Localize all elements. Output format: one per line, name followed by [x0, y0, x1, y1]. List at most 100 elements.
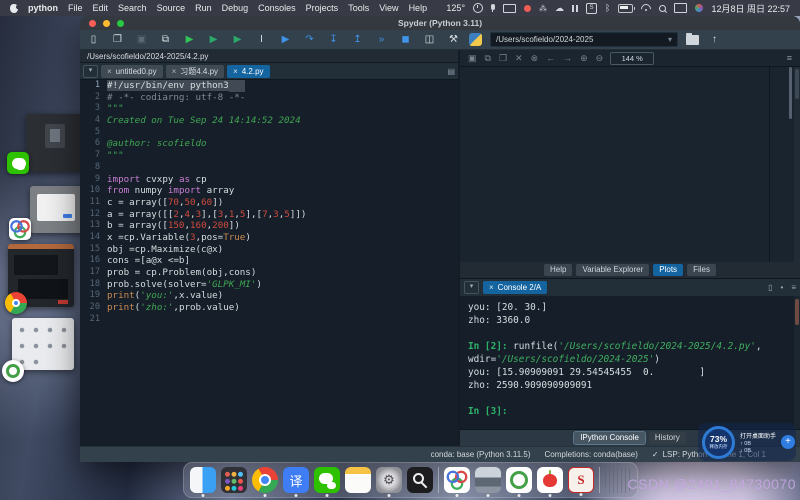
run-cell-icon[interactable]: ▶ [206, 32, 221, 47]
browse-console-tabs-icon[interactable]: ▾ [464, 281, 479, 294]
editor-tab-习题4.4.py[interactable]: ×习题4.4.py [166, 65, 224, 78]
dock-finder-icon[interactable] [190, 467, 216, 493]
preferences-icon[interactable]: ⚒ [446, 32, 461, 47]
remove-all-plots-icon[interactable]: ⊗ [531, 53, 539, 64]
continue-icon[interactable]: » [374, 32, 389, 47]
stop-icon[interactable]: ◼ [398, 32, 413, 47]
window-preview-files[interactable] [26, 114, 84, 172]
dock-launchpad-icon[interactable] [221, 467, 247, 493]
browse-directory-icon[interactable] [686, 35, 699, 45]
zoom-in-icon[interactable]: ⊕ [580, 53, 588, 64]
remove-plot-icon[interactable]: ✕ [515, 53, 523, 64]
code-line[interactable]: 6@author: scofieldo [80, 138, 458, 150]
close-tab-icon[interactable]: × [107, 65, 112, 78]
code-line[interactable]: 2# -*- codiarng: utf-8 -*- [80, 92, 458, 104]
cc-icon[interactable]: ⁂ [539, 4, 547, 13]
tab-help[interactable]: Help [544, 264, 572, 276]
code-line[interactable]: 15obj =cp.Maximize(c@x) [80, 244, 458, 256]
assistant-plus-button[interactable]: + [781, 435, 795, 449]
dock-chrome-icon[interactable] [252, 467, 278, 493]
editor-tab-untitled0.py[interactable]: ×untitled0.py [101, 65, 163, 78]
completions-status[interactable]: Completions: conda(base) [545, 450, 638, 459]
code-line[interactable]: 20print('zho:',prob.value) [80, 302, 458, 314]
code-line[interactable]: 12a = array([[2,4,3],[3,1,5],[7,3,5]]) [80, 209, 458, 221]
dock-notes-icon[interactable] [345, 467, 371, 493]
step-into-icon[interactable]: ↧ [326, 32, 341, 47]
mic-icon[interactable] [491, 4, 495, 10]
code-line[interactable]: 13b = array([150,160,200]) [80, 220, 458, 232]
splitter-handle[interactable] [789, 67, 792, 119]
code-line[interactable]: 10from numpy import array [80, 185, 458, 197]
temperature-indicator[interactable]: 125° [446, 3, 465, 13]
code-line[interactable]: 1#!/usr/bin/env python3 [80, 80, 458, 92]
dock-settings-icon[interactable]: ⚙ [376, 467, 402, 493]
tab-history[interactable]: History [649, 432, 686, 444]
code-line[interactable]: 8 [80, 162, 458, 174]
search-icon[interactable] [659, 5, 666, 12]
close-console-icon[interactable]: × [489, 281, 494, 294]
sbox-icon[interactable]: S [586, 3, 597, 14]
save-all-plots-icon[interactable]: ⧉ [485, 53, 491, 64]
working-directory-selector[interactable]: /Users/scofieldo/2024-2025▾ [490, 32, 678, 47]
apple-icon[interactable] [10, 4, 18, 13]
next-plot-icon[interactable]: → [563, 53, 572, 63]
wifi-icon[interactable] [641, 4, 651, 12]
menu-item-projects[interactable]: Projects [306, 3, 339, 13]
colordot-icon[interactable] [695, 4, 703, 12]
menu-item-help[interactable]: Help [409, 3, 428, 13]
code-line[interactable]: 19print('you:',x.value) [80, 290, 458, 302]
menu-item-run[interactable]: Run [195, 3, 212, 13]
dock-wechat-icon[interactable] [314, 467, 340, 493]
plots-scrollbar[interactable] [794, 67, 800, 262]
title-bar[interactable]: Spyder (Python 3.11) [80, 16, 800, 30]
code-line[interactable]: 18prob.solve(solver='GLPK_MI') [80, 279, 458, 291]
dock-green-app-icon[interactable] [506, 467, 532, 493]
record-state-icon[interactable]: • [781, 283, 784, 292]
step-over-icon[interactable]: ↷ [302, 32, 317, 47]
copy-plot-icon[interactable]: ❐ [499, 53, 507, 64]
menu-item-debug[interactable]: Debug [222, 3, 249, 13]
memory-widget[interactable]: 73% 释放内存 打开桌面助手 ↑ 0B ↓ 0B + [698, 423, 796, 461]
step-out-icon[interactable]: ↥ [350, 32, 365, 47]
zoom-out-icon[interactable]: ⊖ [596, 53, 604, 64]
menu-item-source[interactable]: Source [157, 3, 186, 13]
code-line[interactable]: 4Created on Tue Sep 24 14:14:52 2024 [80, 115, 458, 127]
code-line[interactable]: 14x =cp.Variable(3,pos=True) [80, 232, 458, 244]
open-file-icon[interactable]: ❐ [110, 32, 125, 47]
dock-apple-app-icon[interactable] [537, 467, 563, 493]
run-selection-icon[interactable]: I [254, 32, 269, 47]
code-line[interactable]: 5 [80, 127, 458, 139]
dock-desktop-app-icon[interactable] [475, 467, 501, 493]
tab-ipython-console[interactable]: IPython Console [574, 432, 645, 444]
run-cell-advance-icon[interactable]: ▶ [230, 32, 245, 47]
code-line[interactable]: 11c = array([70,50,60]) [80, 197, 458, 209]
browse-tabs-icon[interactable]: ▾ [83, 65, 98, 78]
window-preview-dialog[interactable] [30, 186, 85, 233]
menu-item-consoles[interactable]: Consoles [258, 3, 296, 13]
menu-item-edit[interactable]: Edit [93, 3, 109, 13]
options-menu-icon[interactable]: ≡ [791, 283, 796, 292]
console-scrollbar[interactable] [794, 296, 800, 446]
menu-item-search[interactable]: Search [118, 3, 147, 13]
cloud-icon[interactable]: ☁ [555, 3, 564, 14]
code-line[interactable]: 3""" [80, 103, 458, 115]
run-icon[interactable]: ▶ [182, 32, 197, 47]
menu-item-view[interactable]: View [379, 3, 398, 13]
tab-plots[interactable]: Plots [653, 264, 683, 276]
code-line[interactable]: 7""" [80, 150, 458, 162]
conda-env-status[interactable]: conda: base (Python 3.11.5) [431, 450, 531, 459]
green-app-badge-icon[interactable] [2, 360, 24, 382]
menu-item-tools[interactable]: Tools [348, 3, 369, 13]
bluetooth-icon[interactable]: ᛒ [605, 3, 610, 13]
keyboard-icon[interactable] [503, 4, 516, 13]
clock-icon[interactable] [473, 3, 483, 13]
maximize-pane-icon[interactable]: ◫ [422, 32, 437, 47]
console-tab[interactable]: ×Console 2/A [483, 281, 547, 294]
code-line[interactable]: 16cons =[a@x <=b] [80, 255, 458, 267]
save-all-icon[interactable]: ⧉ [158, 32, 173, 47]
plot-zoom-level[interactable]: 144 % [610, 52, 654, 65]
code-line[interactable]: 17prob = cp.Problem(obj,cons) [80, 267, 458, 279]
menu-item-file[interactable]: File [68, 3, 83, 13]
debug-icon[interactable]: ▶ [278, 32, 293, 47]
new-file-icon[interactable]: ▯ [86, 32, 101, 47]
